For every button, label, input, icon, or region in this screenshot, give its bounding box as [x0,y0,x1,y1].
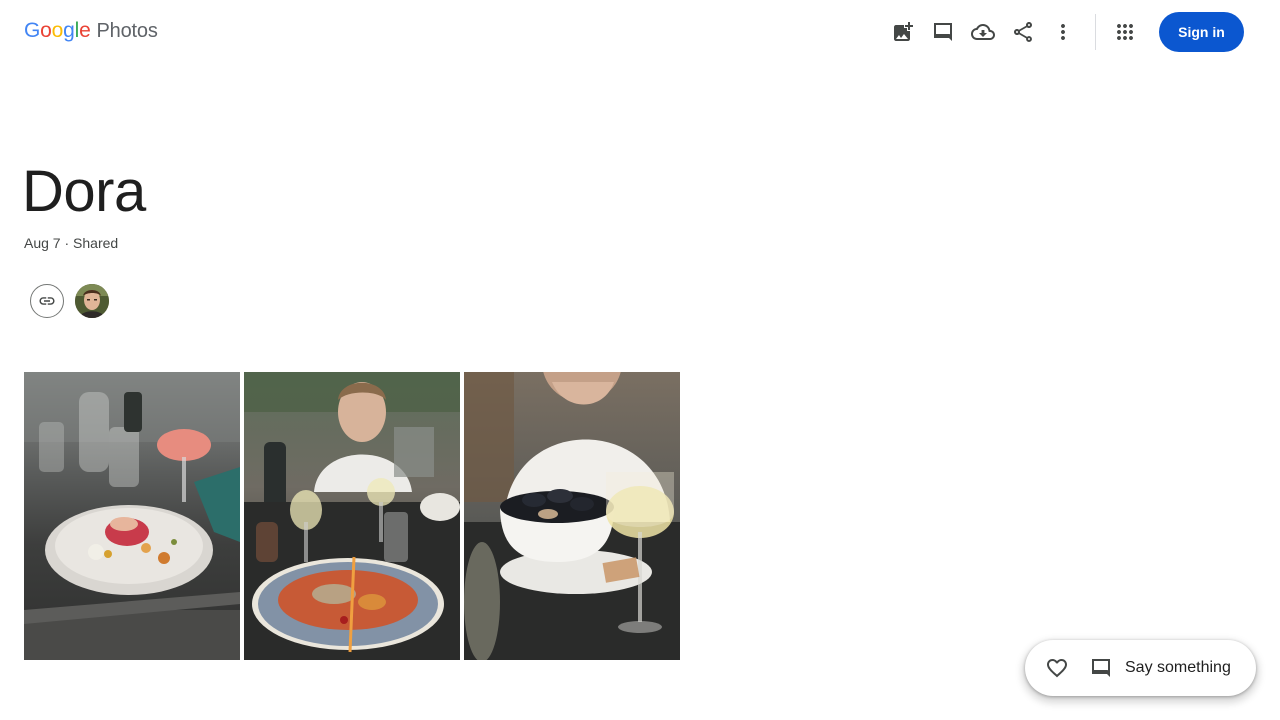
link-icon [39,297,55,305]
add-photo-icon [894,22,913,41]
say-something-label: Say something [1125,659,1231,676]
logo-letter: g [63,19,75,42]
logo-letter: G [24,19,41,42]
photo-image [464,372,680,660]
photo-image [244,372,460,660]
download-button[interactable] [963,12,1003,52]
photo-thumbnail[interactable] [24,372,240,660]
comment-icon [1092,659,1110,677]
photo-thumbnail[interactable] [464,372,680,660]
album-title: Dora [22,159,146,224]
say-something-button[interactable]: Say something [1085,650,1231,686]
header-divider [1095,14,1096,50]
google-photos-logo[interactable]: Google Photos [24,19,158,43]
album-meta: Aug 7 · Shared [24,235,119,251]
add-photos-button[interactable] [883,12,923,52]
share-icon [1014,22,1032,42]
photo-thumbnail[interactable] [244,372,460,660]
cloud-download-icon [971,24,995,40]
photo-image [24,372,240,660]
share-link-button[interactable] [30,284,64,318]
comment-icon [934,23,952,41]
apps-grid-icon [1117,24,1133,40]
logo-letter: e [79,19,91,42]
like-button[interactable] [1039,650,1075,686]
heart-outline-icon [1047,659,1067,678]
top-app-bar: Google Photos Sign in [0,0,1280,64]
logo-product-name: Photos [96,20,158,42]
logo-letter: o [40,19,52,42]
owner-avatar[interactable] [75,284,109,318]
more-options-button[interactable] [1043,12,1083,52]
comment-bar: Say something [1025,640,1256,696]
sign-in-button[interactable]: Sign in [1159,12,1244,52]
avatar-image [75,284,109,318]
share-button[interactable] [1003,12,1043,52]
more-vert-icon [1061,24,1065,40]
google-apps-button[interactable] [1105,12,1145,52]
logo-letter: o [51,19,64,42]
comments-button[interactable] [923,12,963,52]
